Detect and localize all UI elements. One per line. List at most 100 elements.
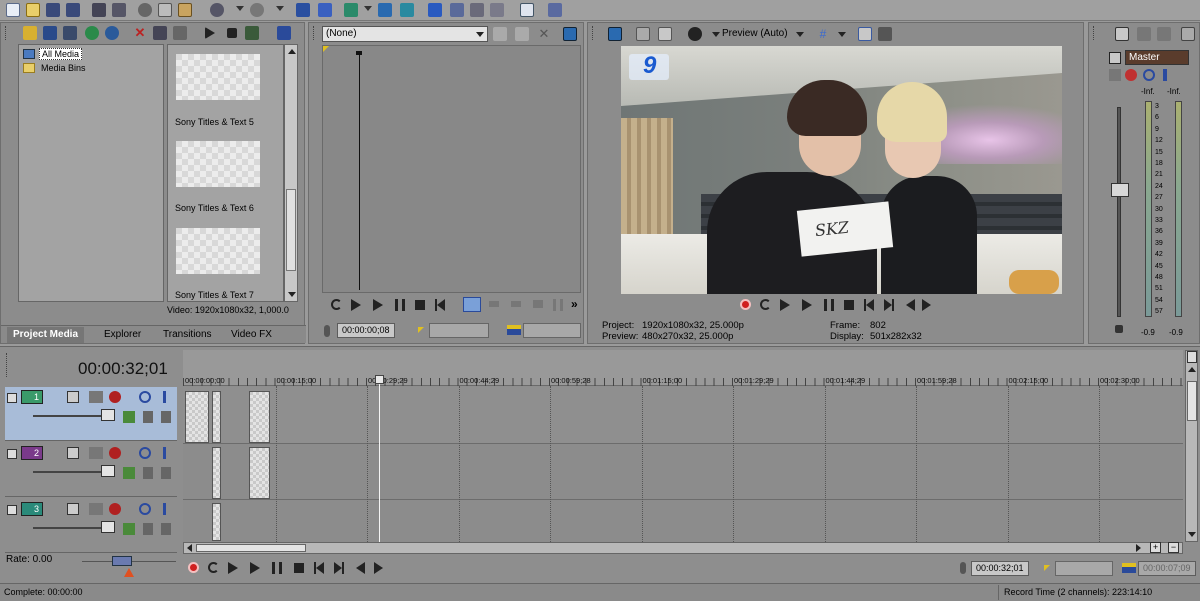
master-solo-icon[interactable]: [1163, 69, 1167, 81]
preview-properties-icon[interactable]: [608, 27, 622, 41]
undo-dropdown-icon[interactable]: [236, 6, 244, 11]
video-clip[interactable]: [212, 503, 221, 541]
undo-icon[interactable]: [210, 3, 224, 17]
redo-icon[interactable]: [250, 3, 264, 17]
make-child-icon[interactable]: [161, 467, 171, 479]
media-thumbnail[interactable]: [176, 141, 260, 187]
trimmer-cursor[interactable]: [359, 54, 360, 290]
track-header[interactable]: 2: [5, 443, 177, 497]
record-icon[interactable]: [740, 299, 751, 310]
loop-icon[interactable]: [760, 299, 771, 310]
zoom-in-icon[interactable]: +: [1150, 542, 1161, 553]
track-compositing-icon[interactable]: [89, 447, 103, 459]
get-media-web-icon[interactable]: [85, 26, 99, 40]
track-level-slider[interactable]: [33, 415, 103, 417]
make-child-icon[interactable]: [161, 523, 171, 535]
media-play-icon[interactable]: [205, 27, 215, 39]
ignore-grouping-icon[interactable]: [470, 3, 484, 17]
overlays-dropdown-icon[interactable]: [838, 32, 846, 37]
auto-preview-icon[interactable]: [245, 26, 259, 40]
trimmer-canvas[interactable]: [322, 45, 581, 293]
track-solo-icon[interactable]: [163, 503, 166, 515]
playhead[interactable]: [379, 376, 380, 542]
tab-project-media[interactable]: Project Media: [7, 327, 85, 343]
scroll-thumb[interactable]: [196, 544, 306, 552]
tab-transitions[interactable]: Transitions: [163, 329, 212, 340]
paste-icon[interactable]: [178, 3, 192, 17]
trimmer-save-icon[interactable]: [493, 27, 507, 41]
trimmer-in-field[interactable]: [429, 323, 489, 338]
lock-envelopes-icon[interactable]: [450, 3, 464, 17]
track-motion-icon[interactable]: [123, 467, 135, 479]
media-list-scrollbar[interactable]: [284, 44, 298, 302]
import-media-icon[interactable]: [43, 26, 57, 40]
track-automation-icon[interactable]: [67, 447, 79, 459]
track-collapse-icon[interactable]: [7, 505, 17, 515]
mixer-properties-icon[interactable]: [1115, 27, 1129, 41]
trimmer-length-field[interactable]: [523, 323, 581, 338]
track-level-handle[interactable]: [101, 521, 115, 533]
mode-dropdown-icon[interactable]: [796, 32, 804, 37]
timeline-cursor-time[interactable]: 00:00:32;01: [78, 359, 168, 379]
bottom-cursor-time[interactable]: 00:00:32;01: [971, 561, 1029, 576]
new-icon[interactable]: [6, 3, 20, 17]
preview-fx-icon[interactable]: [636, 27, 650, 41]
views-icon[interactable]: [277, 26, 291, 40]
play-icon[interactable]: [373, 299, 383, 311]
track-header[interactable]: 1: [5, 387, 177, 441]
selection-start-field[interactable]: [1055, 561, 1113, 576]
save-icon[interactable]: [46, 3, 60, 17]
trim-icon[interactable]: [553, 299, 563, 311]
save-snapshot-icon[interactable]: [878, 27, 892, 41]
media-fx-icon[interactable]: [173, 26, 187, 40]
scroll-down-icon[interactable]: [1188, 532, 1196, 537]
video-clip[interactable]: [212, 447, 221, 499]
tree-item-all-media[interactable]: All Media: [23, 48, 83, 60]
play-from-start-icon[interactable]: [228, 562, 238, 574]
envelope-tool-icon[interactable]: [318, 3, 332, 17]
track-fx-icon[interactable]: [109, 391, 121, 403]
track-solo-icon[interactable]: [163, 391, 166, 403]
wand-icon[interactable]: [23, 26, 37, 40]
master-fader[interactable]: [1111, 183, 1129, 197]
make-child-icon[interactable]: [161, 411, 171, 423]
scroll-right-icon[interactable]: [1136, 544, 1141, 552]
timeline-menu-icon[interactable]: [1187, 351, 1197, 363]
copy-icon[interactable]: [158, 3, 172, 17]
capture-video-icon[interactable]: [63, 26, 77, 40]
cut-icon[interactable]: [138, 3, 152, 17]
track-motion-icon[interactable]: [123, 411, 135, 423]
track-collapse-icon[interactable]: [7, 393, 17, 403]
record-icon[interactable]: [188, 562, 199, 573]
auto-ripple-icon[interactable]: [428, 3, 442, 17]
search-media-icon[interactable]: [105, 26, 119, 40]
media-properties-icon[interactable]: [153, 26, 167, 40]
track-mute-icon[interactable]: [139, 391, 151, 403]
loop-icon[interactable]: [208, 562, 219, 573]
track-lane-1[interactable]: [183, 387, 1183, 443]
track-fx-icon[interactable]: [109, 447, 121, 459]
downmix-icon[interactable]: [1157, 27, 1171, 41]
media-tree[interactable]: All Media Media Bins: [18, 44, 164, 302]
snapping-icon[interactable]: [400, 3, 414, 17]
pause-icon[interactable]: [824, 299, 834, 311]
track-automation-icon[interactable]: [67, 503, 79, 515]
trimmer-mark-icon[interactable]: [463, 297, 481, 312]
scroll-up-icon[interactable]: [1188, 367, 1196, 372]
play-from-start-icon[interactable]: [780, 299, 790, 311]
track-fx-icon[interactable]: [109, 503, 121, 515]
track-compositing-icon[interactable]: [89, 391, 103, 403]
more-icon[interactable]: »: [571, 297, 578, 311]
go-to-end-icon[interactable]: [892, 299, 894, 311]
trimmer-region-icon[interactable]: [515, 27, 529, 41]
stop-icon[interactable]: [294, 563, 304, 573]
trimmer-time[interactable]: 00:00:00;08: [337, 323, 395, 338]
video-frame[interactable]: SKZ 9: [621, 46, 1062, 294]
video-clip[interactable]: [185, 391, 209, 443]
feedback-icon[interactable]: [548, 3, 562, 17]
master-fx-icon[interactable]: [1109, 52, 1121, 64]
master-fx-chain-icon[interactable]: [1125, 69, 1137, 81]
normal-edit-tool-icon[interactable]: [296, 3, 310, 17]
scroll-thumb[interactable]: [1187, 381, 1197, 421]
video-clip[interactable]: [249, 447, 270, 499]
